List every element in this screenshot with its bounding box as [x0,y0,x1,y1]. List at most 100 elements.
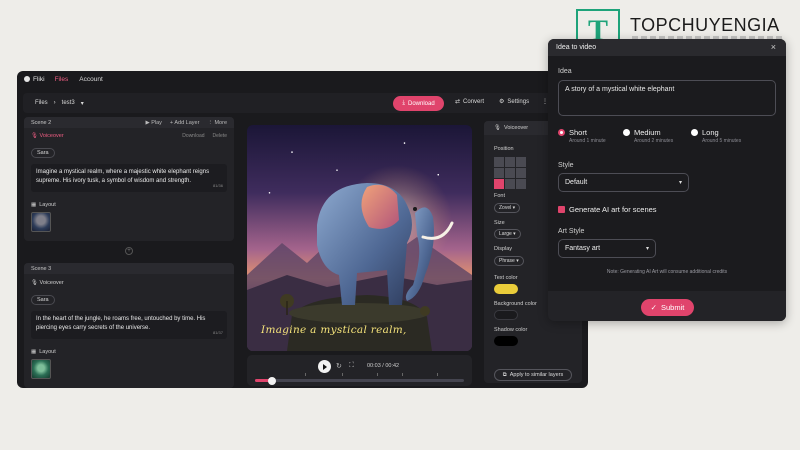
radio-short[interactable] [558,129,565,136]
close-icon[interactable]: × [771,42,776,52]
grid-icon: ▦ [31,202,37,208]
radio-medium[interactable] [623,129,630,136]
breadcrumb-file[interactable]: test3 [62,100,75,106]
breadcrumb-files[interactable]: Files [35,100,48,106]
idea-input[interactable]: A story of a mystical white elephant [558,80,776,116]
add-scene-button[interactable]: + [125,247,133,255]
delete-voice-button[interactable]: Delete [213,133,227,139]
radio-long[interactable] [691,129,698,136]
position-grid[interactable] [494,157,526,189]
voice-selector[interactable]: Sara [31,295,55,305]
breadcrumb: Files › test3 ▾ [35,100,84,107]
chevron-down-icon[interactable]: ▾ [81,100,84,107]
position-cell[interactable] [505,179,515,189]
layout-thumbnail[interactable] [31,212,51,232]
length-sub: Around 2 minutes [634,138,674,144]
add-layer-label: Add Layer [174,119,200,126]
style-label: Style [558,162,574,169]
position-cell[interactable] [505,157,515,167]
chevron-down-icon: ▾ [678,180,682,186]
timeline-tick [377,373,378,376]
art-style-value: Fantasy art [565,245,601,252]
position-cell[interactable] [516,157,526,167]
replay-icon[interactable]: ↻ [336,362,342,370]
app-logo[interactable]: Fliki [24,76,45,83]
timeline-tick [402,373,403,376]
voice-selector[interactable]: Sara [31,148,55,158]
fullscreen-icon[interactable]: ⛶ [349,362,354,370]
generate-ai-art-label[interactable]: Generate AI art for scenes [569,205,657,214]
position-cell[interactable] [494,157,504,167]
position-cell[interactable] [494,168,504,178]
play-button[interactable] [318,360,331,373]
convert-button[interactable]: ⇄ Convert [455,98,484,106]
voiceover-label: 🎙 Voiceover [31,133,64,139]
style-select[interactable]: Default ▾ [558,173,689,192]
voiceover-row: 🎙 Voiceover Download Delete [24,130,234,141]
font-value: Zovel [499,205,512,211]
text-color-swatch[interactable] [494,284,518,294]
position-cell[interactable] [505,168,515,178]
apply-to-similar-button[interactable]: ⧉ Apply to similar layers [494,369,572,381]
length-option-medium[interactable]: Medium Around 2 minutes [623,128,673,145]
play-scene-label: Play [151,119,162,126]
scene-card-3[interactable]: Scene 3 🎙 Voiceover Sara In the heart of… [24,263,234,388]
scene-text-input[interactable]: In the heart of the jungle, he roams fre… [31,311,227,339]
display-select[interactable]: Phrase ▾ [494,256,524,266]
more-button[interactable]: ⋮ More [207,120,227,126]
position-cell[interactable] [516,168,526,178]
logo-icon [24,76,30,82]
more-label: More [214,119,227,126]
chevron-down-icon: ▾ [645,246,649,252]
timeline-tick [305,373,306,376]
timeline-scrubber[interactable] [255,376,464,385]
breadcrumb-separator: › [53,100,56,106]
generate-ai-art-checkbox[interactable] [558,206,565,213]
scene-title: Scene 3 [31,265,52,272]
playback-time: 00:03 / 00:42 [367,363,400,369]
scene-header: Scene 2 ▶ Play + Add Layer ⋮ More [24,117,234,128]
apply-label: Apply to similar layers [509,372,564,378]
layout-thumbnail[interactable] [31,359,51,379]
scene-text-input[interactable]: Imagine a mystical realm, where a majest… [31,164,227,192]
layout-label-text: Layout [39,349,56,355]
top-nav: Fliki Files Account [17,71,588,87]
app-window: Fliki Files Account Files › test3 ▾ ⤓ Do… [17,71,588,388]
background-color-swatch[interactable] [494,310,518,320]
voiceover-row: 🎙 Voiceover [24,277,234,288]
font-label: Font [494,193,506,199]
art-style-select[interactable]: Fantasy art ▾ [558,239,656,258]
download-button[interactable]: ⤓ Download [393,96,444,111]
play-scene-button[interactable]: ▶ Play [145,120,161,126]
add-layer-button[interactable]: + Add Layer [170,120,200,126]
timeline-knob[interactable] [267,376,276,385]
download-voice-button[interactable]: Download [182,133,204,139]
length-label: Long [702,128,719,137]
length-label: Short [569,128,587,137]
player-controls: ↻ ⛶ 00:03 / 00:42 [247,355,472,386]
length-option-long[interactable]: Long Around 5 minutes [691,128,741,145]
scene-actions: ▶ Play + Add Layer ⋮ More [145,120,227,126]
layout-label: ▦ Layout [24,202,234,208]
length-option-short[interactable]: Short Around 1 minute [558,128,606,145]
nav-files[interactable]: Files [55,76,69,83]
file-toolbar: Files › test3 ▾ ⤓ Download ⇄ Convert ⚙ S… [23,93,582,113]
video-caption: Imagine a mystical realm, [261,324,407,336]
nav-account[interactable]: Account [79,76,103,83]
position-cell[interactable] [494,179,504,189]
shadow-color-swatch[interactable] [494,336,518,346]
length-label: Medium [634,128,661,137]
settings-button[interactable]: ⚙ Settings [499,98,530,106]
dialog-header: Idea to video [548,39,786,56]
char-count: 81/37 [212,329,223,335]
submit-label: Submit [660,303,685,312]
size-select[interactable]: Large ▾ [494,229,521,239]
grid-icon: ▦ [31,349,37,355]
position-cell[interactable] [516,179,526,189]
scene-card-2[interactable]: Scene 2 ▶ Play + Add Layer ⋮ More 🎙 Voic… [24,117,234,241]
submit-button[interactable]: ✓ Submit [641,299,694,316]
mic-icon: 🎙 [31,279,40,286]
font-select[interactable]: Zovel ▾ [494,203,521,213]
video-preview[interactable]: Imagine a mystical realm, [247,125,472,351]
settings-label: Settings [507,98,530,105]
